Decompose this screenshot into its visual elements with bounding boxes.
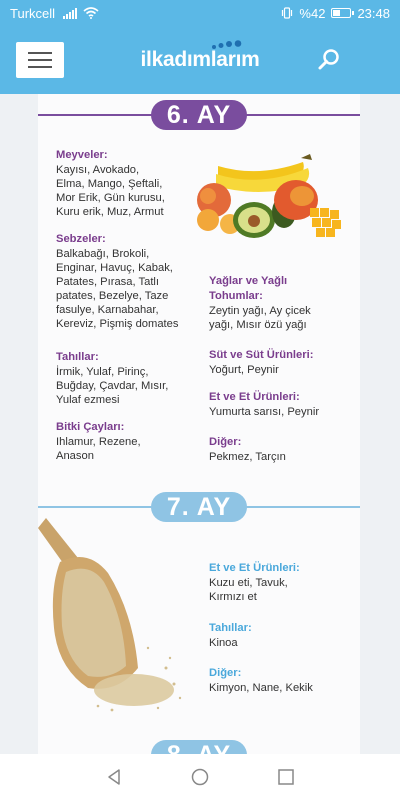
m7-other-line: Kimyon, Nane, Kekik (209, 682, 313, 694)
m6-herbal-teas-title: Bitki Çayları: (56, 421, 125, 433)
m6-herbal-teas-line: Anason (56, 450, 94, 462)
home-icon[interactable] (188, 765, 212, 789)
m6-oils-line: Zeytin yağı, Ay çicek (209, 305, 311, 317)
carrier-name: Turkcell (10, 5, 56, 21)
m6-oils-title: Yağlar ve Yağlı (209, 275, 288, 287)
fruits-image (197, 154, 341, 238)
m6-egg-meat-line: Yumurta sarısı, Peynir (209, 406, 320, 418)
month-6-header: 6. AY (38, 100, 360, 130)
quinoa-scoop-image (38, 518, 182, 712)
m6-other: Diğer: Pekmez, Tarçın (209, 435, 286, 464)
m6-egg-meat-title: Et ve Et Ürünleri: (209, 391, 300, 403)
m6-grains: Tahıllar: İrmik, Yulaf, Pirinç, Buğday, … (56, 350, 168, 407)
m6-fruits-line: Mor Erik, Gün kurusu, (56, 192, 165, 204)
battery-icon (331, 8, 355, 18)
battery-percent: %42 (299, 5, 326, 21)
m6-oils-title: Tohumlar: (209, 290, 263, 302)
vibrate-icon (282, 7, 293, 19)
m6-oils: Yağlar ve Yağlı Tohumlar: Zeytin yağı, A… (209, 274, 311, 332)
m6-vegetables-line: fasulye, Karnabahar, (56, 304, 159, 316)
m6-dairy: Süt ve Süt Ürünleri: Yoğurt, Peynir (209, 348, 313, 377)
m6-other-title: Diğer: (209, 436, 242, 448)
m7-grains: Tahıllar: Kinoa (209, 621, 252, 650)
m7-meat-title: Et ve Et Ürünleri: (209, 562, 300, 574)
m6-vegetables-line: Enginar, Havuç, Kabak, (56, 262, 173, 274)
battery-fill (333, 10, 340, 16)
m6-herbal-teas-line: Ihlamur, Rezene, (56, 436, 141, 448)
m6-other-line: Pekmez, Tarçın (209, 451, 286, 463)
status-bar: Turkcell %42 23:48 (0, 0, 400, 26)
clock: 23:48 (357, 5, 390, 21)
m6-vegetables-line: Kereviz, Pişmiş domates (56, 318, 179, 330)
month-8-header: 8. AY (38, 740, 360, 754)
m6-grains-line: Buğday, Çavdar, Mısır, (56, 380, 169, 392)
wifi-icon (83, 7, 99, 19)
m6-dairy-title: Süt ve Süt Ürünleri: (209, 349, 314, 361)
m6-fruits-line: Kuru erik, Muz, Armut (56, 206, 164, 218)
m7-meat-line: Kırmızı et (209, 591, 257, 603)
m7-meat-line: Kuzu eti, Tavuk, (209, 577, 288, 589)
m6-grains-title: Tahıllar: (56, 351, 99, 363)
search-icon[interactable] (316, 47, 342, 73)
m6-grains-line: Yulaf ezmesi (56, 394, 120, 406)
app-header: ilkadımlarım (0, 26, 400, 94)
m7-other: Diğer: Kimyon, Nane, Kekik (209, 666, 313, 695)
m7-meat: Et ve Et Ürünleri: Kuzu eti, Tavuk, Kırm… (209, 561, 300, 604)
article-content: 6. AY Meyveler: Kayısı, Avokado, Elma, M… (38, 94, 360, 754)
m6-oils-line: yağı, Mısır özü yağı (209, 319, 307, 331)
m6-vegetables: Sebzeler: Balkabağı, Brokoli, Enginar, H… (56, 232, 178, 331)
month-8-label: 8. AY (151, 740, 247, 754)
m6-fruits-line: Elma, Mango, Şeftali, (56, 178, 163, 190)
signal-icon (63, 7, 78, 19)
m6-vegetables-line: Balkabağı, Brokoli, (56, 248, 150, 260)
m6-vegetables-line: patates, Bezelye, Taze (56, 290, 169, 302)
m6-fruits: Meyveler: Kayısı, Avokado, Elma, Mango, … (56, 148, 165, 219)
m6-grains-line: İrmik, Yulaf, Pirinç, (56, 366, 149, 378)
m7-grains-title: Tahıllar: (209, 622, 252, 634)
m6-vegetables-title: Sebzeler: (56, 233, 106, 245)
m6-egg-meat: Et ve Et Ürünleri: Yumurta sarısı, Peyni… (209, 390, 319, 419)
m7-other-title: Diğer: (209, 667, 242, 679)
m6-vegetables-line: Patates, Pırasa, Tatlı (56, 276, 160, 288)
m6-dairy-line: Yoğurt, Peynir (209, 364, 279, 376)
system-nav-bar (0, 754, 400, 800)
m7-grains-line: Kinoa (209, 637, 238, 649)
m6-herbal-teas: Bitki Çayları: Ihlamur, Rezene, Anason (56, 420, 141, 463)
m6-fruits-line: Kayısı, Avokado, (56, 164, 140, 176)
back-icon[interactable] (102, 765, 126, 789)
m6-fruits-title: Meyveler: (56, 149, 108, 161)
recent-apps-icon[interactable] (274, 765, 298, 789)
month-6-label: 6. AY (151, 100, 247, 130)
